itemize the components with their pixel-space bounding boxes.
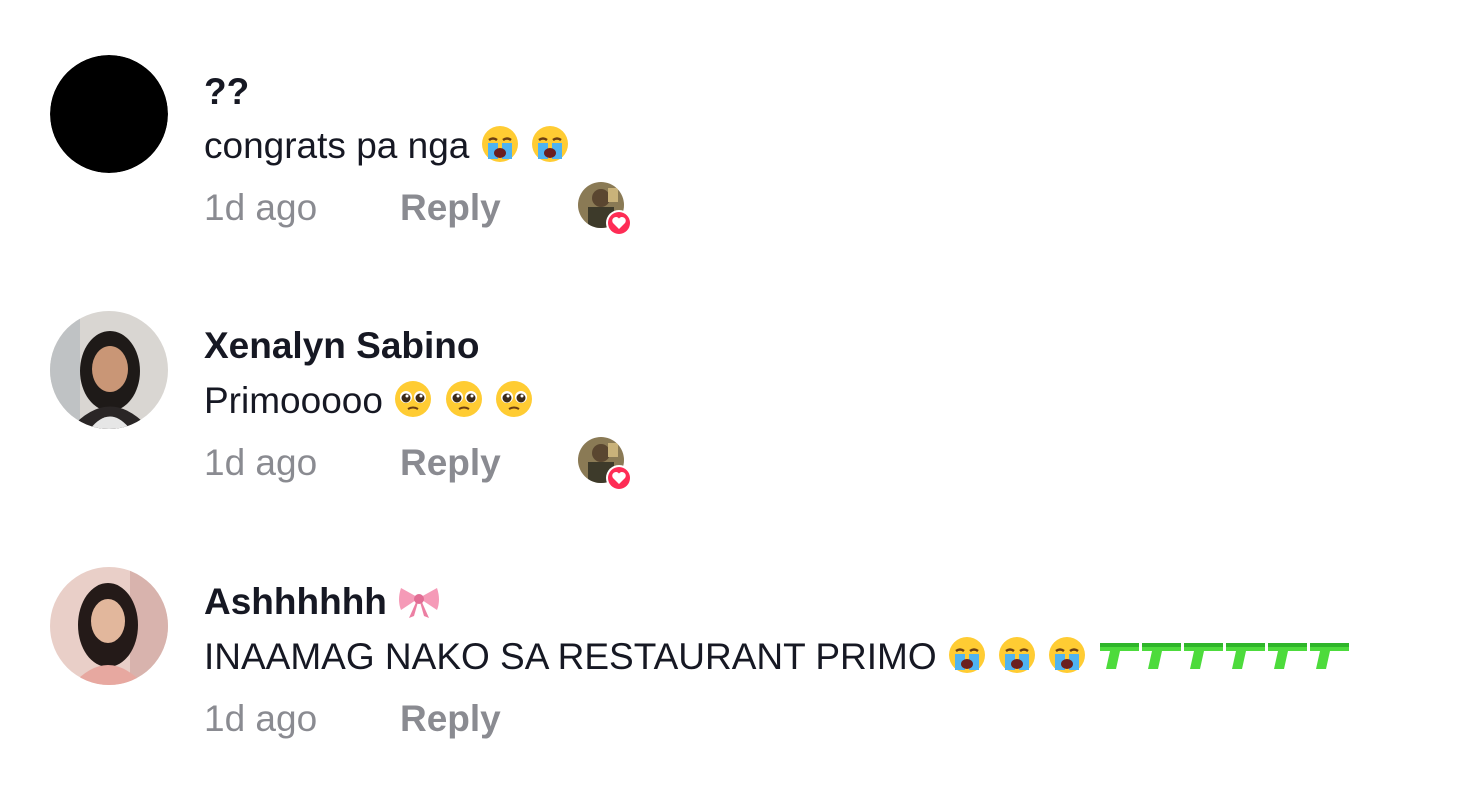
comment-timestamp: 1d ago: [204, 442, 318, 483]
creator-liked-indicator: [578, 437, 634, 493]
pleading-face-icon: [393, 380, 443, 421]
water-pistol-icon: [1308, 636, 1350, 677]
avatar[interactable]: [50, 311, 168, 429]
water-pistol-icon: [1224, 636, 1266, 677]
reply-button[interactable]: Reply: [400, 441, 501, 485]
comment-text: Primooooo: [204, 379, 534, 423]
loudly-crying-face-icon: [997, 636, 1047, 677]
comment-username[interactable]: Xenalyn Sabino: [204, 324, 480, 368]
heart-icon: [606, 210, 632, 236]
pleading-face-icon: [444, 380, 494, 421]
water-pistol-icon: [1182, 636, 1224, 677]
comment-item: Ashhhhhh INAAMAG NAKO SA RESTAURANT PRIM…: [0, 0, 1461, 739]
comment-timestamp: 1d ago: [204, 698, 318, 739]
comment-username-text: Ashhhhhh: [204, 581, 387, 622]
heart-icon: [606, 465, 632, 491]
loudly-crying-face-icon: [1047, 636, 1097, 677]
avatar[interactable]: [50, 567, 168, 685]
reply-button[interactable]: Reply: [400, 697, 501, 741]
comment-username[interactable]: Ashhhhhh: [204, 580, 441, 624]
loudly-crying-face-icon: [937, 636, 998, 677]
water-pistol-icon: [1266, 636, 1308, 677]
water-pistol-icon: [1098, 636, 1140, 677]
ribbon-icon: [387, 581, 441, 622]
comment-text-content: Primooooo: [204, 380, 383, 421]
comment-text: INAAMAG NAKO SA RESTAURANT PRIMO: [204, 635, 1350, 679]
water-pistol-icon: [1140, 636, 1182, 677]
comment-text-content: INAAMAG NAKO SA RESTAURANT PRIMO: [204, 636, 937, 677]
pleading-face-icon: [494, 380, 534, 421]
